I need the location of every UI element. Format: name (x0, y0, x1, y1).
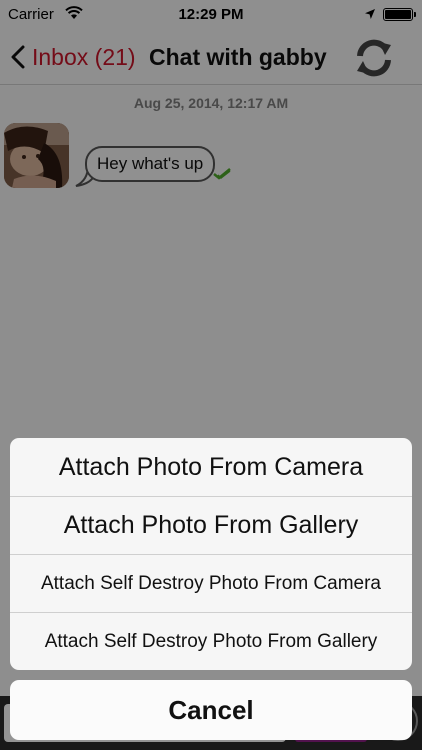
attach-self-destroy-gallery-button[interactable]: Attach Self Destroy Photo From Gallery (10, 613, 412, 670)
action-sheet: Attach Photo From Camera Attach Photo Fr… (10, 438, 412, 670)
attach-photo-camera-button[interactable]: Attach Photo From Camera (10, 438, 412, 496)
attach-self-destroy-camera-button[interactable]: Attach Self Destroy Photo From Camera (10, 555, 412, 612)
cancel-button[interactable]: Cancel (10, 680, 412, 740)
attach-photo-gallery-button[interactable]: Attach Photo From Gallery (10, 497, 412, 554)
